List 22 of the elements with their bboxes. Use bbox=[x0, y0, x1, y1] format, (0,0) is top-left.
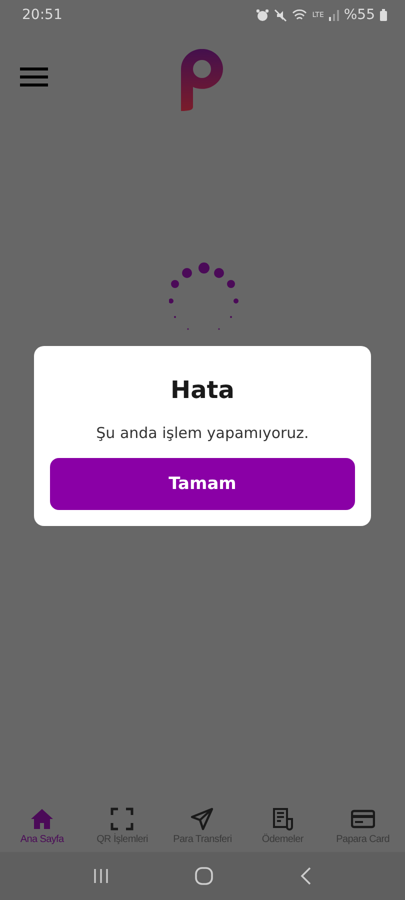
ok-button[interactable]: Tamam bbox=[50, 458, 355, 510]
mute-icon bbox=[274, 8, 288, 22]
signal-icon bbox=[328, 10, 339, 20]
dialog-message: Şu anda işlem yapamıyoruz. bbox=[96, 424, 309, 442]
spinner-icon bbox=[168, 262, 238, 331]
recent-apps-icon[interactable] bbox=[93, 868, 110, 884]
dialog-title: Hata bbox=[170, 376, 234, 404]
home-icon bbox=[30, 807, 54, 831]
status-time: 20:51 bbox=[22, 7, 62, 23]
wifi-icon bbox=[292, 9, 308, 21]
nav-tab[interactable]: Ana Sayfa bbox=[2, 807, 82, 845]
battery-level: %55 bbox=[344, 7, 375, 23]
back-icon[interactable] bbox=[300, 867, 312, 885]
bill-icon bbox=[270, 807, 295, 831]
card-icon bbox=[350, 807, 375, 831]
alarm-icon bbox=[256, 8, 270, 22]
home-icon[interactable] bbox=[195, 867, 214, 885]
send-icon bbox=[190, 807, 214, 831]
logo-icon bbox=[180, 49, 224, 111]
menu-icon[interactable] bbox=[20, 67, 48, 87]
battery-icon bbox=[380, 9, 387, 21]
scan-icon bbox=[110, 807, 134, 831]
